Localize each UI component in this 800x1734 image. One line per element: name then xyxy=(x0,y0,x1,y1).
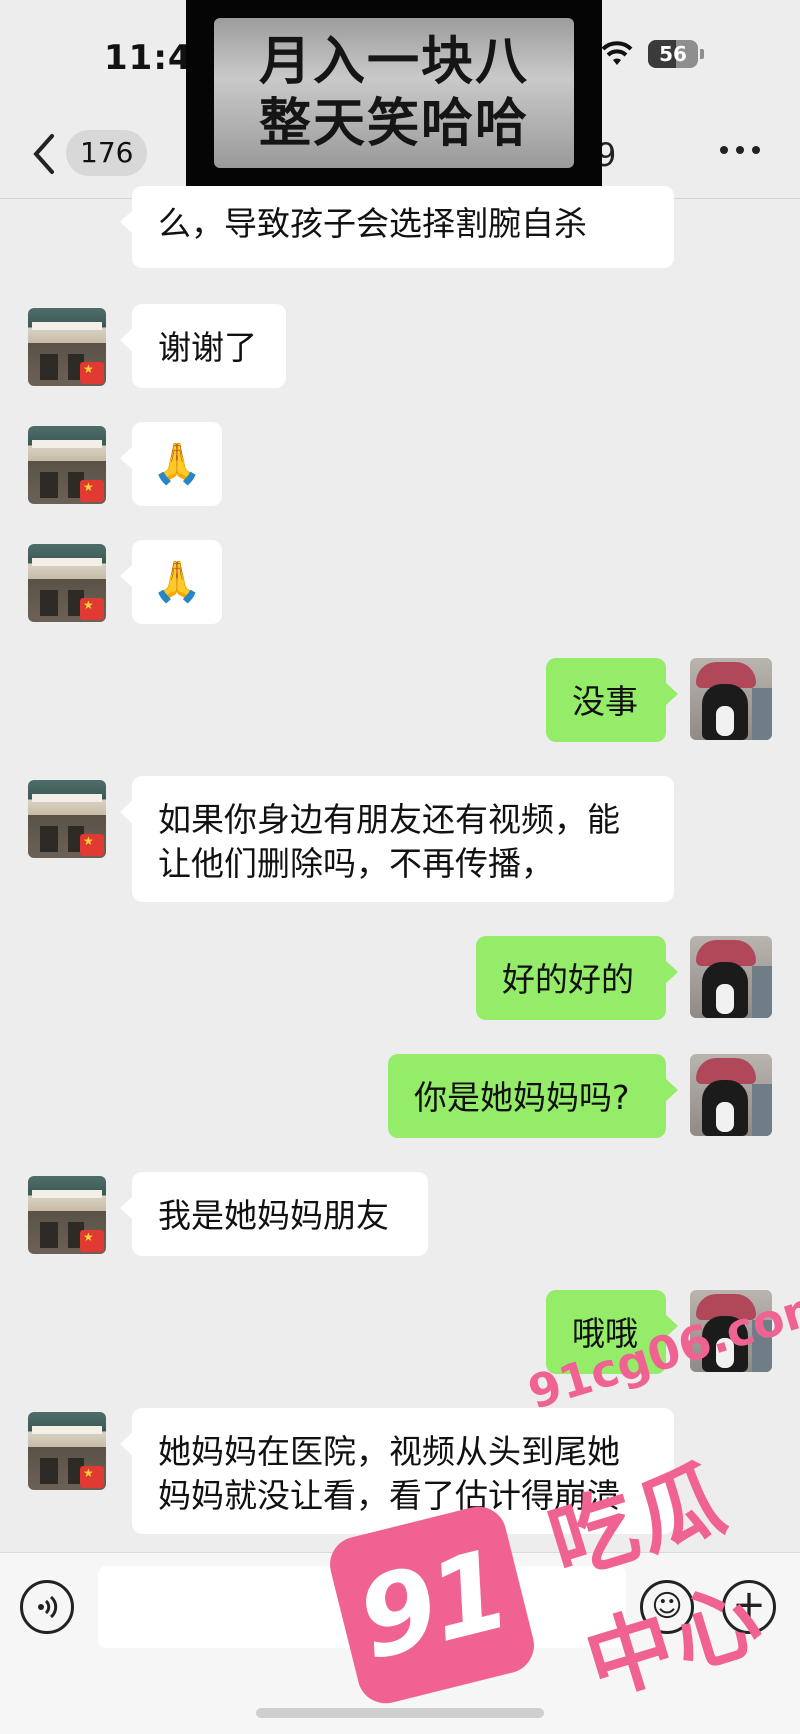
message-emoji: 🙏 xyxy=(152,559,202,605)
chevron-left-icon xyxy=(33,134,54,174)
message-bubble[interactable]: 我是她妈妈朋友 xyxy=(120,1172,428,1256)
avatar[interactable] xyxy=(28,308,106,386)
watermark-logo-text: 91 xyxy=(346,1525,518,1685)
status-icons: 56 xyxy=(600,40,704,68)
overlay-sticker: 月入一块八 整天笑哈哈 xyxy=(186,0,602,186)
battery-icon: 56 xyxy=(648,40,704,68)
watermark: 91cg06.com 吃瓜中心 91 xyxy=(324,1277,800,1733)
avatar[interactable] xyxy=(28,426,106,504)
message-bubble[interactable]: 🙏 xyxy=(120,540,222,624)
battery-cap xyxy=(700,49,704,59)
message-bubble-self[interactable]: 你是她妈妈吗? xyxy=(388,1054,678,1138)
message-bubble[interactable]: 谢谢了 xyxy=(120,304,286,388)
message-bubble-self[interactable]: 没事 xyxy=(546,658,678,742)
battery-level: 56 xyxy=(659,42,687,66)
message-text: 好的好的 xyxy=(502,960,634,999)
message-bubble[interactable]: 如果你身边有朋友还有视频，能 让他们删除吗，不再传播， xyxy=(120,776,674,902)
watermark-name: 吃瓜中心 xyxy=(538,1447,777,1716)
message-emoji: 🙏 xyxy=(152,441,202,487)
message-text: 你是她妈妈吗? xyxy=(414,1078,630,1117)
sticker-text-line1: 月入一块八 xyxy=(258,32,529,92)
back-button[interactable] xyxy=(30,132,60,176)
message-bubble[interactable]: 🙏 xyxy=(120,422,222,506)
message-text-line2: 让他们删除吗，不再传播， xyxy=(158,844,554,883)
avatar-self[interactable] xyxy=(690,1054,772,1136)
avatar[interactable] xyxy=(28,780,106,858)
message-bubble-self[interactable]: 好的好的 xyxy=(476,936,678,1020)
message-text: 我是她妈妈朋友 xyxy=(158,1196,389,1235)
avatar[interactable] xyxy=(28,1176,106,1254)
message-text-line1: 如果你身边有朋友还有视频，能 xyxy=(158,800,620,839)
avatar[interactable] xyxy=(28,1412,106,1490)
avatar-self[interactable] xyxy=(690,658,772,740)
unread-count-badge[interactable]: 176 xyxy=(66,130,148,176)
message-text: 谢谢了 xyxy=(158,328,257,367)
wifi-icon xyxy=(600,41,634,67)
avatar[interactable] xyxy=(28,544,106,622)
sticker-text-line2: 整天笑哈哈 xyxy=(258,94,529,154)
voice-icon[interactable] xyxy=(20,1580,74,1634)
message-text: 没事 xyxy=(572,682,638,721)
watermark-logo: 91 xyxy=(324,1500,540,1710)
message-text: 么，导致孩子会选择割腕自杀 xyxy=(158,204,587,243)
message-bubble[interactable]: 么，导致孩子会选择割腕自杀 xyxy=(120,186,674,268)
more-icon[interactable] xyxy=(720,146,760,154)
avatar-self[interactable] xyxy=(690,936,772,1018)
